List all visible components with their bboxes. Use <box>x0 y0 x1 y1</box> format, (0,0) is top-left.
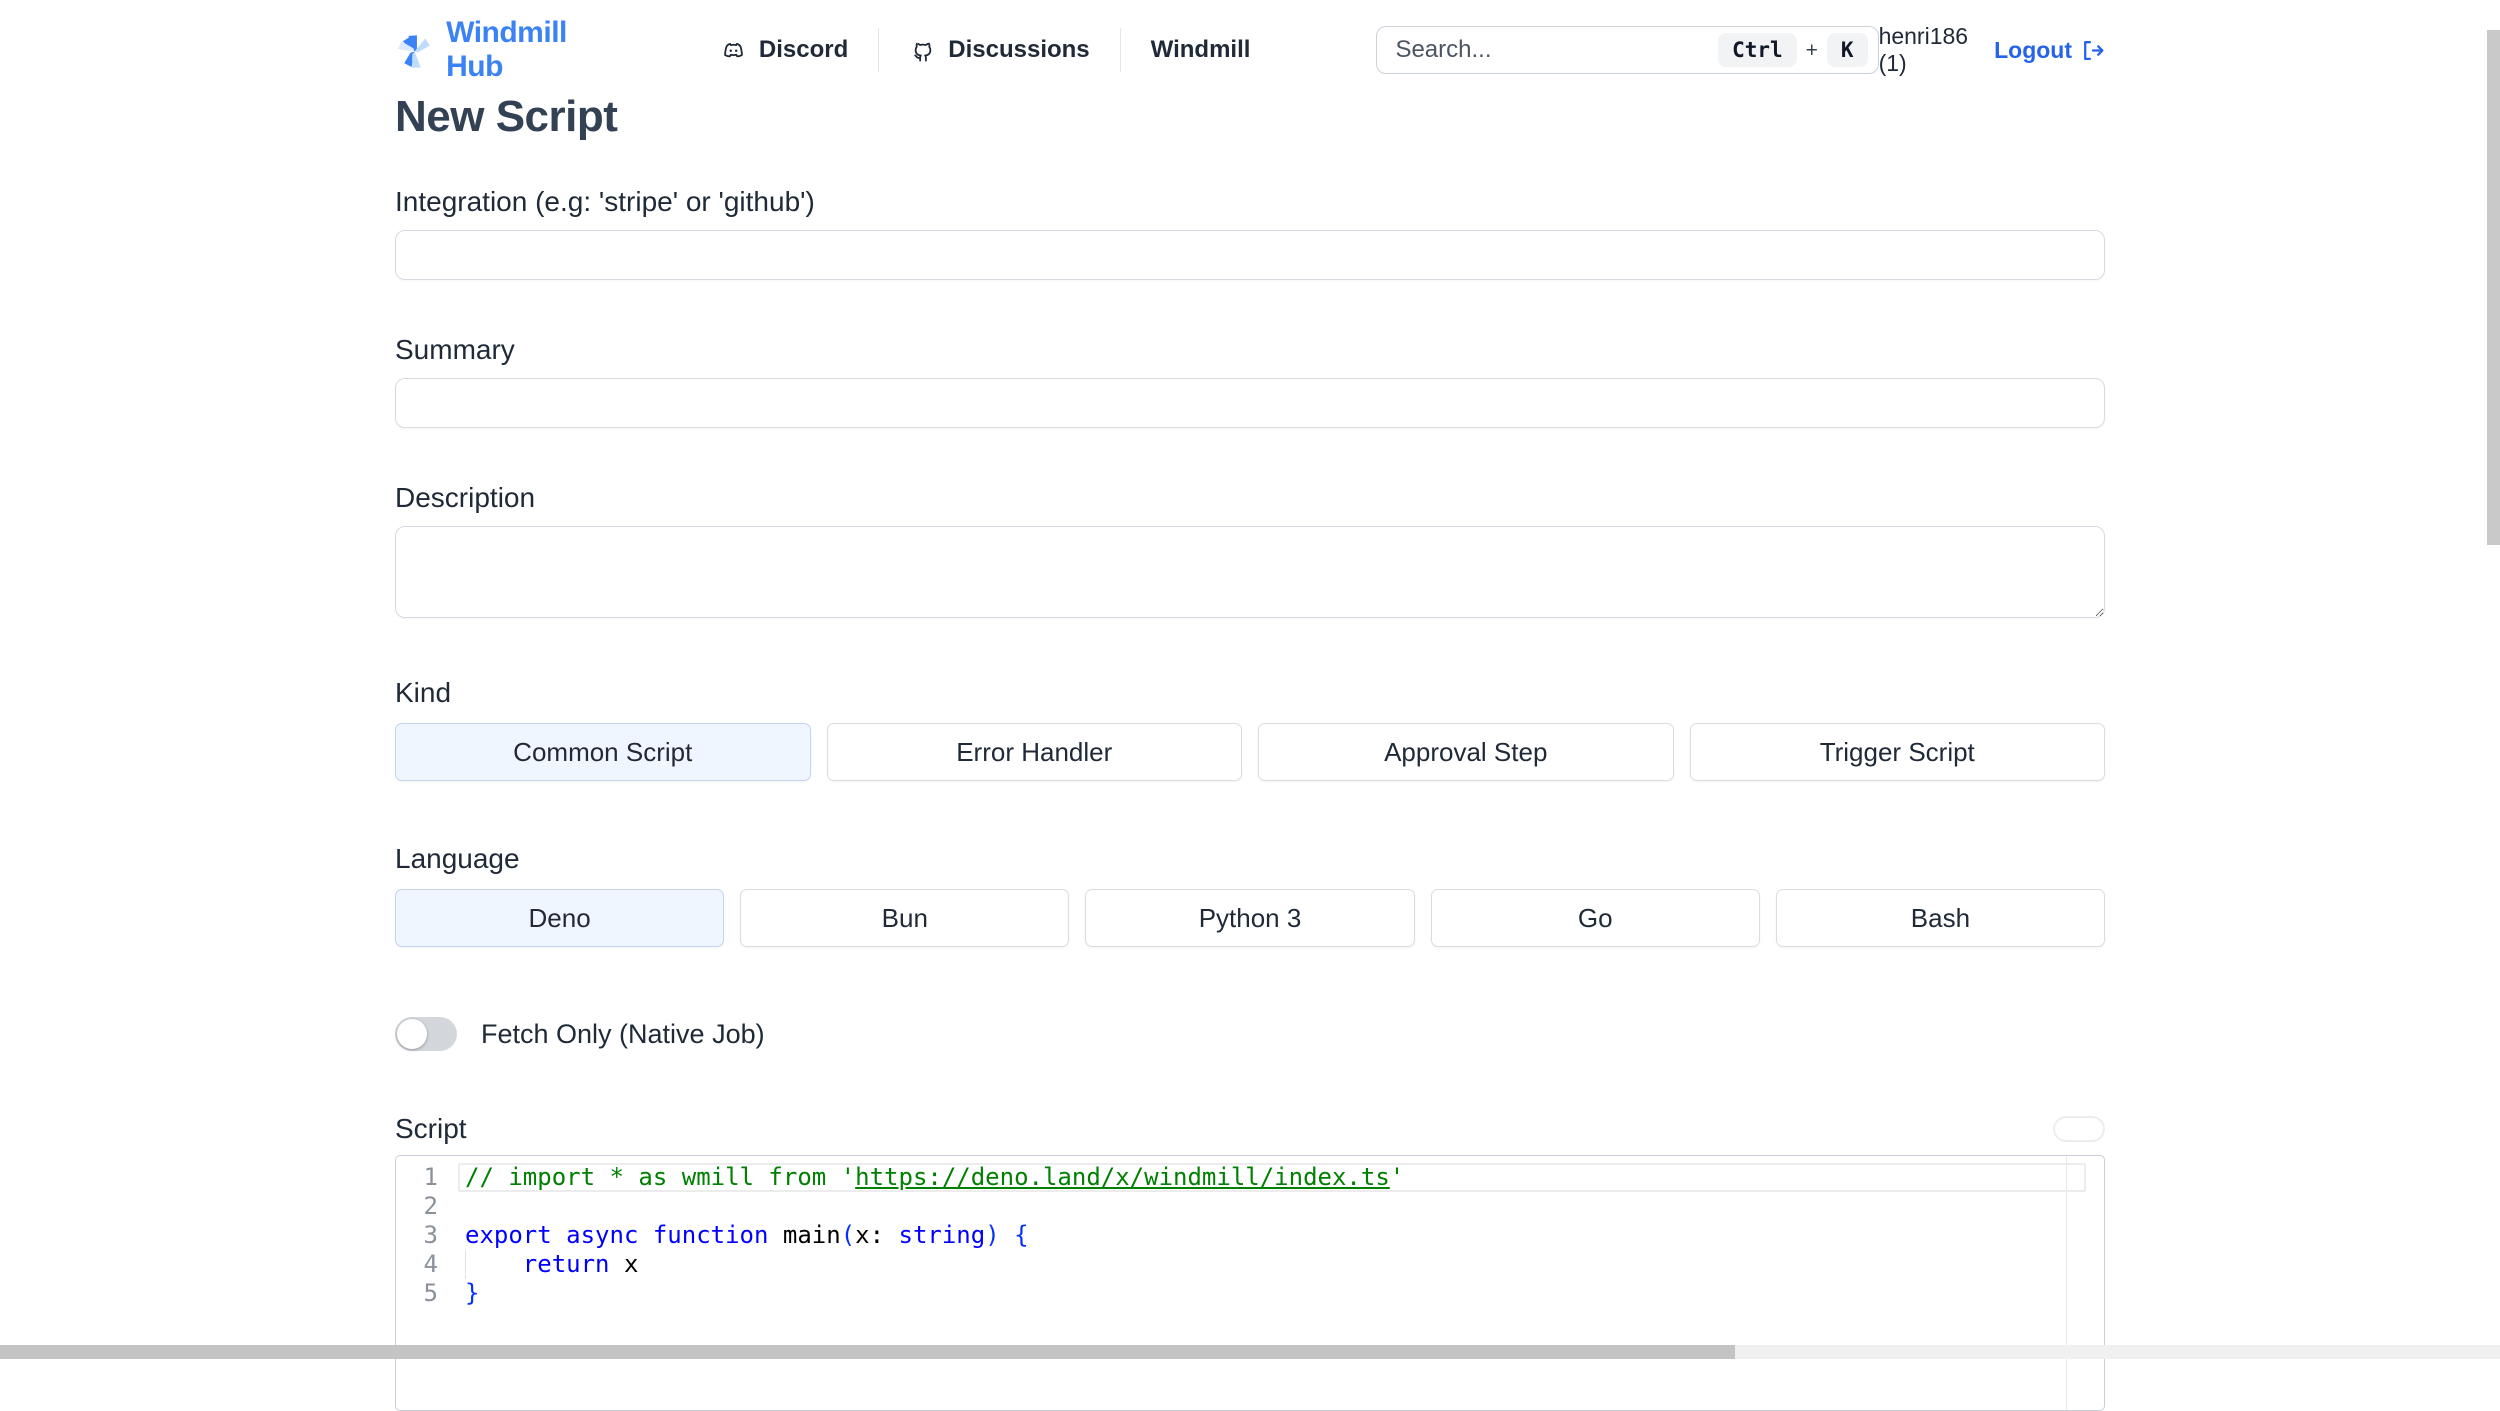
page-vertical-scrollbar[interactable] <box>2487 30 2500 545</box>
description-textarea[interactable] <box>395 526 2105 618</box>
brand-name: Windmill Hub <box>446 16 604 84</box>
language-option-go[interactable]: Go <box>1431 889 1760 947</box>
fetch-only-toggle[interactable] <box>395 1017 457 1051</box>
line-number: 5 <box>396 1279 438 1308</box>
line-content: export async function main(x: string) { <box>465 1221 1029 1250</box>
script-group: Script 1 // import * as wmill from 'https… <box>395 1113 2105 1411</box>
fetch-only-label: Fetch Only (Native Job) <box>481 1019 765 1050</box>
user-area: henri186 (1) Logout <box>1879 23 2105 77</box>
code-line-3: 3 export async function main(x: string) { <box>396 1221 2104 1250</box>
token-plain <box>465 1250 523 1278</box>
shortcut-separator: + <box>1806 39 1818 62</box>
summary-label: Summary <box>395 334 2105 366</box>
summary-group: Summary <box>395 334 2105 428</box>
token-bracket: { <box>1014 1221 1028 1249</box>
search-shortcut: Ctrl+K <box>1718 38 1868 63</box>
summary-input[interactable] <box>395 378 2105 428</box>
language-option-bash[interactable]: Bash <box>1776 889 2105 947</box>
code-line-2: 2 <box>396 1192 2104 1221</box>
language-option-bun[interactable]: Bun <box>740 889 1069 947</box>
username-label: henri186 (1) <box>1879 23 1969 77</box>
language-label: Language <box>395 843 2105 875</box>
integration-group: Integration (e.g: 'stripe' or 'github') <box>395 186 2105 280</box>
token-bracket: ( <box>841 1221 855 1249</box>
brand-link[interactable]: Windmill Hub <box>395 16 604 84</box>
code-line-1: 1 // import * as wmill from 'https://deno… <box>396 1163 2104 1192</box>
editor-mode-toggle[interactable] <box>2053 1116 2105 1142</box>
search-input[interactable] <box>1395 36 1718 64</box>
fetch-only-row: Fetch Only (Native Job) <box>395 1017 2105 1051</box>
integration-label: Integration (e.g: 'stripe' or 'github') <box>395 186 2105 218</box>
code-lines: 1 // import * as wmill from 'https://deno… <box>396 1156 2104 1308</box>
windmill-logo-icon <box>395 27 434 73</box>
kind-option-approval-step[interactable]: Approval Step <box>1258 723 1674 781</box>
kind-group: Kind Common Script Error Handler Approval … <box>395 677 2105 781</box>
header-nav: Discord Discussions Windmill <box>690 28 1281 72</box>
nav-item-label: Discussions <box>948 36 1089 64</box>
header: Windmill Hub DiscordDiscussionsWindmill … <box>395 0 2105 78</box>
kbd-ctrl: Ctrl <box>1718 33 1797 67</box>
integration-input[interactable] <box>395 230 2105 280</box>
code-line-5: 5} <box>396 1279 2104 1308</box>
description-group: Description <box>395 482 2105 623</box>
token-plain: x <box>855 1221 869 1249</box>
line-content: } <box>465 1279 479 1308</box>
script-label: Script <box>395 1113 467 1145</box>
line-number: 3 <box>396 1221 438 1250</box>
page-horizontal-scrollbar-track <box>0 1345 2500 1359</box>
code-editor[interactable]: 1 // import * as wmill from 'https://deno… <box>395 1155 2105 1411</box>
kind-label: Kind <box>395 677 2105 709</box>
kind-options: Common Script Error Handler Approval Step T… <box>395 723 2105 781</box>
line-number: 2 <box>396 1192 438 1221</box>
kind-option-common-script[interactable]: Common Script <box>395 723 811 781</box>
kind-option-error-handler[interactable]: Error Handler <box>827 723 1243 781</box>
token-comment: // import * as wmill from ' <box>465 1163 855 1191</box>
language-option-python-3[interactable]: Python 3 <box>1085 889 1414 947</box>
discord-icon <box>720 37 747 64</box>
nav-item-windmill[interactable]: Windmill <box>1121 28 1281 72</box>
token-comment: https://deno.land/x/windmill/index.ts <box>855 1163 1390 1191</box>
nav-item-discussions[interactable]: Discussions <box>879 28 1119 72</box>
page-root: Windmill Hub DiscordDiscussionsWindmill … <box>395 0 2105 1411</box>
language-option-deno[interactable]: Deno <box>395 889 724 947</box>
description-label: Description <box>395 482 2105 514</box>
nav-item-label: Discord <box>759 36 848 64</box>
logout-label: Logout <box>1994 37 2072 64</box>
page-horizontal-scrollbar[interactable] <box>0 1345 1735 1359</box>
token-keyword: return <box>523 1250 610 1278</box>
token-plain: : <box>870 1221 899 1249</box>
kbd-k: K <box>1827 33 1868 67</box>
token-keyword: export async function <box>465 1221 783 1249</box>
logout-link[interactable]: Logout <box>1994 37 2105 64</box>
kind-option-trigger-script[interactable]: Trigger Script <box>1690 723 2106 781</box>
nav-item-discord[interactable]: Discord <box>690 28 878 72</box>
toggle-knob <box>397 1019 427 1049</box>
token-plain <box>1000 1221 1014 1249</box>
token-plain: x <box>610 1250 639 1278</box>
page-title: New Script <box>395 92 2105 142</box>
line-content: // import * as wmill from 'https://deno.… <box>465 1163 1404 1192</box>
language-group: Language Deno Bun Python 3 Go Bash <box>395 843 2105 947</box>
line-number: 4 <box>396 1250 438 1279</box>
github-icon <box>909 37 936 64</box>
token-bracket: } <box>465 1279 479 1307</box>
logout-icon <box>2080 38 2105 63</box>
search-box[interactable]: Ctrl + K <box>1376 26 1878 74</box>
code-line-4: 4 return x <box>396 1250 2104 1279</box>
token-plain: main <box>783 1221 841 1249</box>
line-content: return x <box>465 1250 638 1279</box>
token-keyword: string <box>899 1221 986 1249</box>
token-comment: ' <box>1390 1163 1404 1191</box>
language-options: Deno Bun Python 3 Go Bash <box>395 889 2105 947</box>
token-bracket: ) <box>985 1221 999 1249</box>
line-number: 1 <box>396 1163 438 1192</box>
nav-item-label: Windmill <box>1151 36 1251 64</box>
